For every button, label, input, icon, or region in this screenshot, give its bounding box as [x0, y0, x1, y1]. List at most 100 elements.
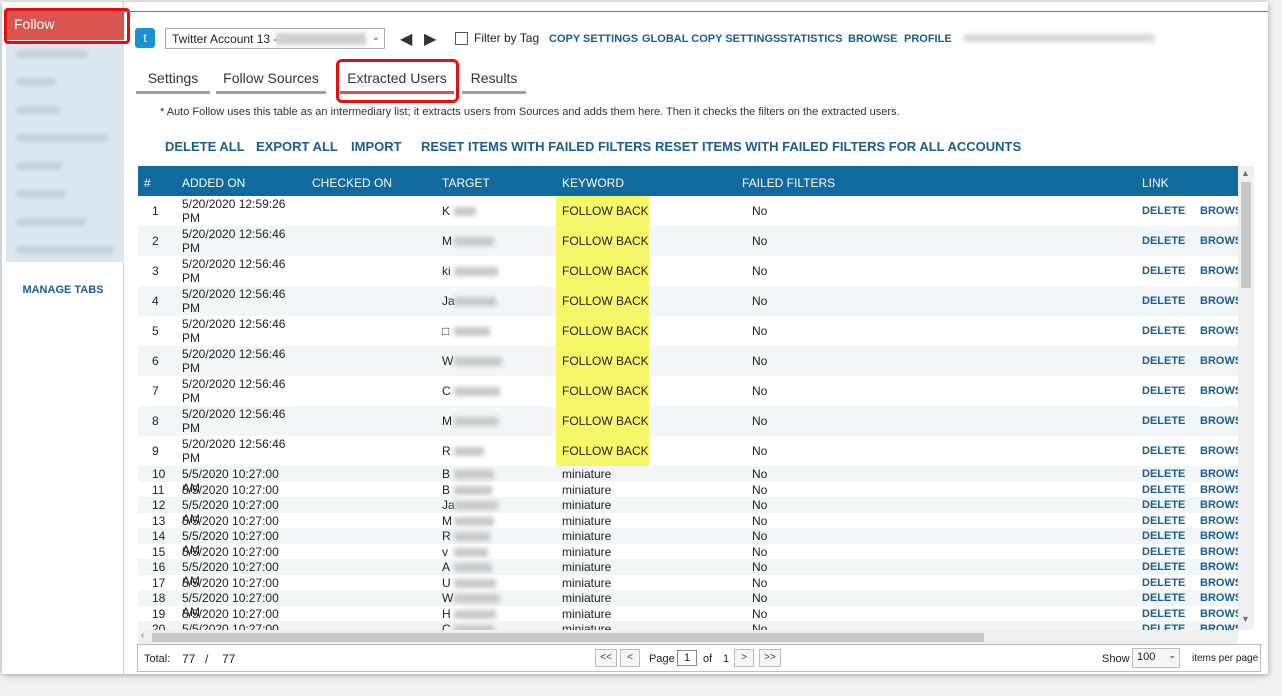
delete-row-link[interactable]: DELETE — [1142, 592, 1185, 604]
delete-row-link[interactable]: DELETE — [1142, 530, 1185, 542]
account-select[interactable]: Twitter Account 13 - ⌄ — [165, 28, 385, 49]
scroll-left-icon[interactable]: ‹ — [141, 630, 144, 641]
table-row[interactable]: 19 5/5/2020 10:27:00 AM Hminiature No DELETE… — [138, 606, 1238, 631]
global-copy-settings-link[interactable]: GLOBAL COPY SETTINGS — [642, 33, 780, 45]
delete-row-link[interactable]: DELETE — [1142, 499, 1185, 511]
browse-row-link[interactable]: BROWS — [1200, 205, 1238, 217]
sidebar-item-redacted[interactable] — [16, 106, 60, 114]
browse-link[interactable]: BROWSE — [848, 33, 898, 45]
per-page-select[interactable]: 100 ⌄ — [1132, 648, 1180, 668]
table-row[interactable]: 18 5/5/2020 10:27:00 AM Wminiature No DELETE… — [138, 590, 1238, 619]
prev-account-arrow[interactable]: ◀ — [400, 29, 412, 49]
delete-row-link[interactable]: DELETE — [1142, 468, 1185, 480]
delete-row-link[interactable]: DELETE — [1142, 608, 1185, 620]
col-header-target[interactable]: TARGET — [442, 176, 490, 190]
sidebar-item-redacted[interactable] — [16, 190, 66, 198]
sidebar-item-redacted[interactable] — [16, 78, 56, 86]
delete-row-link[interactable]: DELETE — [1142, 415, 1185, 427]
col-header-number[interactable]: # — [144, 176, 151, 190]
browse-row-link[interactable]: BROWS — [1200, 468, 1238, 480]
delete-row-link[interactable]: DELETE — [1142, 515, 1185, 527]
browse-row-link[interactable]: BROWS — [1200, 546, 1238, 558]
sidebar-item-redacted[interactable] — [16, 246, 114, 254]
delete-row-link[interactable]: DELETE — [1142, 484, 1185, 496]
delete-all-button[interactable]: DELETE ALL — [165, 139, 245, 154]
table-row[interactable]: 115/5/2020 10:27:00 AMBminiatureNoDELETE… — [138, 482, 1238, 511]
delete-row-link[interactable]: DELETE — [1142, 385, 1185, 397]
col-header-failed-filters[interactable]: FAILED FILTERS — [742, 176, 835, 190]
delete-row-link[interactable]: DELETE — [1142, 325, 1185, 337]
tab-settings[interactable]: Settings — [136, 68, 210, 94]
reset-failed-all-accounts-button[interactable]: RESET ITEMS WITH FAILED FILTERS FOR ALL … — [655, 139, 1021, 154]
table-row[interactable]: 7 5/20/2020 12:56:46 PM C FOLLOW BACK No DELE… — [138, 376, 1238, 406]
table-row[interactable]: 175/5/2020 10:27:00 AMUminiatureNoDELETE… — [138, 575, 1238, 604]
browse-row-link[interactable]: BROWS — [1200, 385, 1238, 397]
page-input[interactable]: 1 — [677, 650, 697, 666]
browse-row-link[interactable]: BROWS — [1200, 484, 1238, 496]
col-header-checked-on[interactable]: CHECKED ON — [312, 176, 392, 190]
col-header-keyword[interactable]: KEYWORD — [562, 176, 624, 190]
delete-row-link[interactable]: DELETE — [1142, 445, 1185, 457]
profile-link[interactable]: PROFILE — [904, 33, 952, 45]
table-row[interactable]: 5 5/20/2020 12:56:46 PM □ FOLLOW BACK No DELE… — [138, 316, 1238, 346]
vertical-scrollbar[interactable]: ▲ ▼ — [1238, 166, 1254, 630]
table-row[interactable]: 14 5/5/2020 10:27:00 AM Rminiature No DELETE… — [138, 528, 1238, 557]
export-all-button[interactable]: EXPORT ALL — [256, 139, 338, 154]
col-header-link[interactable]: LINK — [1142, 176, 1169, 190]
next-account-arrow[interactable]: ▶ — [424, 29, 436, 49]
table-row[interactable]: 4 5/20/2020 12:56:46 PM Ja FOLLOW BACK No DEL… — [138, 286, 1238, 316]
scroll-down-icon[interactable]: ▼ — [1241, 614, 1250, 624]
browse-row-link[interactable]: BROWS — [1200, 561, 1238, 573]
table-row[interactable]: 2 5/20/2020 12:56:46 PM M FOLLOW BACK No DELE… — [138, 226, 1238, 256]
table-row[interactable]: 12 5/5/2020 10:27:00 AM Ja miniature No DELET… — [138, 497, 1238, 526]
browse-row-link[interactable]: BROWS — [1200, 235, 1238, 247]
next-page-button[interactable]: > — [734, 649, 754, 667]
browse-row-link[interactable]: BROWS — [1200, 530, 1238, 542]
delete-row-link[interactable]: DELETE — [1142, 355, 1185, 367]
horizontal-scrollbar[interactable]: ‹ — [138, 630, 1238, 644]
col-header-added-on[interactable]: ADDED ON — [182, 176, 245, 190]
browse-row-link[interactable]: BROWS — [1200, 445, 1238, 457]
scroll-up-icon[interactable]: ▲ — [1241, 168, 1250, 178]
vertical-scroll-thumb[interactable] — [1241, 182, 1251, 288]
table-row[interactable]: 20 5/5/2020 10:27:00 AM Cminiature No DELETE… — [138, 621, 1238, 630]
first-page-button[interactable]: << — [595, 649, 617, 667]
browse-row-link[interactable]: BROWS — [1200, 265, 1238, 277]
table-row[interactable]: 3 5/20/2020 12:56:46 PM ki FOLLOW BACK No DEL… — [138, 256, 1238, 286]
delete-row-link[interactable]: DELETE — [1142, 577, 1185, 589]
statistics-link[interactable]: STATISTICS — [780, 33, 843, 45]
delete-row-link[interactable]: DELETE — [1142, 235, 1185, 247]
table-row[interactable]: 135/5/2020 10:27:00 AMMminiatureNoDELETE… — [138, 513, 1238, 542]
reset-failed-button[interactable]: RESET ITEMS WITH FAILED FILTERS — [421, 139, 651, 154]
browse-row-link[interactable]: BROWS — [1200, 325, 1238, 337]
tab-results[interactable]: Results — [462, 68, 526, 94]
browse-row-link[interactable]: BROWS — [1200, 608, 1238, 620]
browse-row-link[interactable]: BROWS — [1200, 623, 1238, 630]
horizontal-scroll-thumb[interactable] — [152, 633, 984, 642]
table-row[interactable]: 9 5/20/2020 12:56:46 PM R FOLLOW BACK No DELE… — [138, 436, 1238, 466]
sidebar-item-redacted[interactable] — [16, 162, 62, 170]
table-row[interactable]: 10 5/5/2020 10:27:00 AM Bminiature No DELETE… — [138, 466, 1238, 495]
table-row[interactable]: 155/5/2020 10:27:00 AMvminiatureNoDELETE… — [138, 544, 1238, 573]
sidebar-item-redacted[interactable] — [16, 134, 108, 142]
sidebar-item-redacted[interactable] — [16, 50, 88, 58]
sidebar-item-redacted[interactable] — [16, 218, 86, 226]
browse-row-link[interactable]: BROWS — [1200, 577, 1238, 589]
last-page-button[interactable]: >> — [759, 649, 781, 667]
delete-row-link[interactable]: DELETE — [1142, 561, 1185, 573]
import-button[interactable]: IMPORT — [351, 139, 402, 154]
delete-row-link[interactable]: DELETE — [1142, 623, 1185, 630]
delete-row-link[interactable]: DELETE — [1142, 295, 1185, 307]
copy-settings-link[interactable]: COPY SETTINGS — [549, 33, 638, 45]
browse-row-link[interactable]: BROWS — [1200, 592, 1238, 604]
delete-row-link[interactable]: DELETE — [1142, 265, 1185, 277]
browse-row-link[interactable]: BROWS — [1200, 355, 1238, 367]
browse-row-link[interactable]: BROWS — [1200, 415, 1238, 427]
prev-page-button[interactable]: < — [620, 649, 640, 667]
tab-follow-sources[interactable]: Follow Sources — [216, 68, 326, 94]
browse-row-link[interactable]: BROWS — [1200, 515, 1238, 527]
table-row[interactable]: 16 5/5/2020 10:27:00 AM Aminiature No DELETE… — [138, 559, 1238, 588]
filter-by-tag-checkbox[interactable] — [455, 32, 468, 45]
manage-tabs-link[interactable]: MANAGE TABS — [2, 284, 124, 296]
table-row[interactable]: 6 5/20/2020 12:56:46 PM W FOLLOW BACK No DELE… — [138, 346, 1238, 376]
